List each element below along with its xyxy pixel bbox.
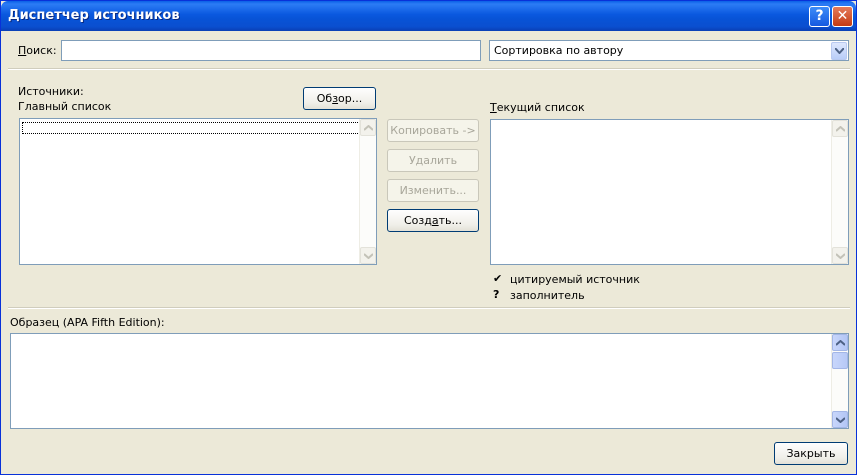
copy-button[interactable]: Копировать ->	[387, 119, 479, 142]
help-button[interactable]: ?	[809, 6, 830, 27]
edit-button[interactable]: Изменить...	[387, 179, 479, 202]
current-list-label: Текущий список	[490, 101, 585, 114]
scroll-up-icon[interactable]	[360, 119, 376, 136]
current-list-label-accesskey: Т	[490, 101, 497, 114]
create-button[interactable]: Создать...	[387, 209, 479, 232]
current-list-label-text: екущий список	[496, 101, 585, 114]
current-list[interactable]	[490, 119, 849, 265]
master-list-label: Главный список	[18, 100, 112, 113]
master-list[interactable]	[19, 118, 377, 265]
list-focus-row[interactable]	[22, 122, 360, 134]
create-label-b: ть...	[438, 214, 462, 227]
create-label-a: Созд	[403, 214, 432, 227]
preview-label: Образец (APA Fifth Edition):	[10, 316, 165, 329]
question-icon: ?	[493, 288, 500, 301]
source-manager-dialog: Диспетчер источников ? ✕ Поиск: Сортиров…	[0, 0, 857, 475]
sort-select-value: Сортировка по автору	[494, 44, 624, 57]
divider-top	[8, 68, 850, 70]
check-icon: ✔	[493, 272, 503, 285]
title-bar[interactable]: Диспетчер источников ? ✕	[1, 1, 856, 31]
close-button[interactable]: Закрыть	[774, 442, 848, 465]
scroll-up-icon[interactable]	[832, 334, 848, 351]
browse-label-b: ор...	[338, 92, 363, 105]
create-label-accesskey: а	[431, 214, 439, 227]
scroll-down-icon[interactable]	[360, 247, 376, 264]
current-list-scrollbar[interactable]	[831, 120, 848, 264]
divider-bottom	[8, 307, 850, 309]
scroll-down-icon[interactable]	[832, 247, 848, 264]
preview-scrollbar[interactable]	[831, 334, 848, 428]
close-window-button[interactable]: ✕	[832, 6, 853, 27]
search-label: Поиск:	[18, 44, 57, 57]
delete-button[interactable]: Удалить	[387, 149, 479, 172]
placeholder-legend: заполнитель	[510, 289, 585, 302]
window-title: Диспетчер источников	[8, 8, 180, 23]
preview-box[interactable]	[10, 333, 849, 429]
cited-source-legend: цитируемый источник	[510, 273, 640, 286]
search-label-text: оиск:	[26, 44, 57, 57]
sort-select[interactable]: Сортировка по автору	[489, 40, 849, 61]
browse-label-a: Об	[316, 92, 333, 105]
search-input[interactable]	[61, 40, 481, 61]
chevron-down-icon[interactable]	[831, 42, 847, 60]
scroll-down-icon[interactable]	[832, 411, 848, 428]
browse-button[interactable]: Обзор...	[303, 87, 376, 110]
master-list-scrollbar[interactable]	[359, 119, 376, 264]
sources-label: Источники:	[18, 85, 84, 98]
scroll-thumb[interactable]	[832, 352, 848, 369]
scroll-up-icon[interactable]	[832, 120, 848, 137]
